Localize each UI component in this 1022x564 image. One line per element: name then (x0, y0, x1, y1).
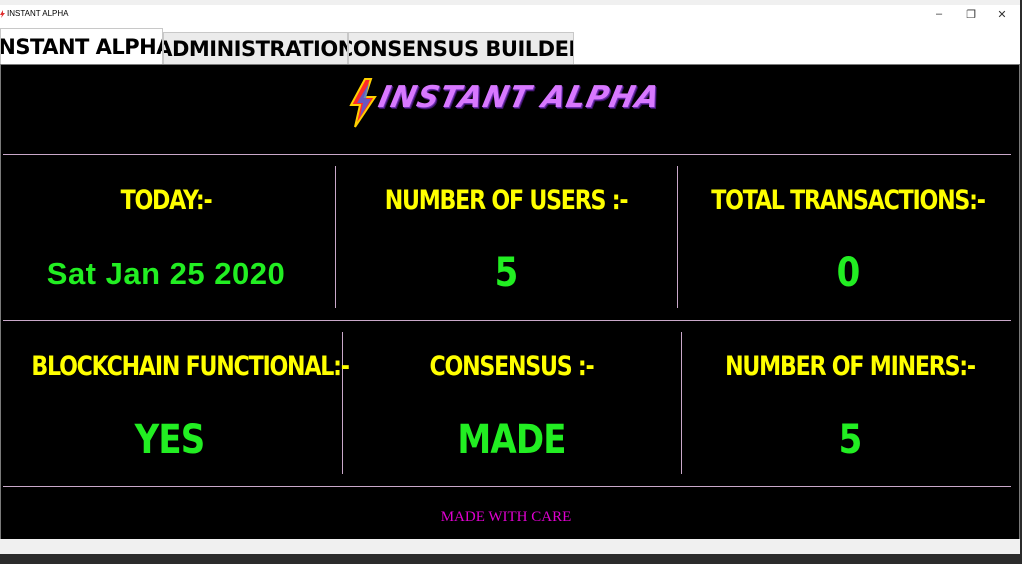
title-bar[interactable]: INSTANT ALPHA – ❐ ✕ (0, 5, 1020, 23)
consensus-label: CONSENSUS :- (429, 351, 594, 382)
lightning-bolt-icon (349, 78, 377, 128)
maximize-button[interactable]: ❐ (955, 5, 987, 23)
divider-bottom (3, 486, 1011, 487)
dashboard-panel: INSTANT ALPHA TODAY:- Sat Jan 25 2020 NU… (0, 64, 1020, 540)
app-window: INSTANT ALPHA – ❐ ✕ INSTANT ALPHA ADMINI… (0, 0, 1020, 554)
today-value: Sat Jan 25 2020 (46, 256, 286, 291)
footer-text: MADE WITH CARE (440, 509, 572, 525)
desktop-bottom-strip (0, 554, 1022, 564)
consensus-value: MADE (457, 417, 566, 463)
tab-administration[interactable]: ADMINISTRATION (163, 32, 348, 65)
tab-consensus-builder[interactable]: CONSENSUS BUILDER (348, 32, 574, 65)
status-bar (0, 539, 1020, 554)
miners-value: 5 (838, 417, 863, 463)
users-value: 5 (494, 250, 519, 296)
tab-label: ADMINISTRATION (163, 37, 348, 61)
blockchain-label: BLOCKCHAIN FUNCTIONAL:- (31, 351, 350, 382)
app-icon (0, 10, 5, 18)
tab-instant-alpha[interactable]: INSTANT ALPHA (0, 28, 163, 65)
transactions-label: TOTAL TRANSACTIONS:- (711, 185, 986, 216)
restore-icon: ❐ (966, 8, 976, 21)
divider-vertical (681, 332, 682, 474)
window-title: INSTANT ALPHA (7, 9, 69, 18)
divider-vertical (677, 166, 678, 308)
close-button[interactable]: ✕ (986, 5, 1018, 23)
tab-label: INSTANT ALPHA (0, 35, 163, 59)
minimize-icon: – (935, 8, 943, 20)
close-icon: ✕ (997, 8, 1007, 21)
transactions-value: 0 (836, 250, 861, 296)
blockchain-value: YES (134, 417, 206, 463)
tab-bar: INSTANT ALPHA ADMINISTRATION CONSENSUS B… (0, 23, 1020, 65)
tab-label: CONSENSUS BUILDER (348, 37, 574, 61)
users-label: NUMBER OF USERS :- (384, 185, 629, 216)
minimize-button[interactable]: – (923, 5, 955, 23)
divider-vertical (335, 166, 336, 308)
logo-text: INSTANT ALPHA (375, 80, 664, 115)
divider-top (3, 154, 1011, 155)
today-label: TODAY:- (120, 185, 213, 216)
miners-label: NUMBER OF MINERS:- (725, 351, 976, 382)
divider-middle (3, 320, 1011, 321)
